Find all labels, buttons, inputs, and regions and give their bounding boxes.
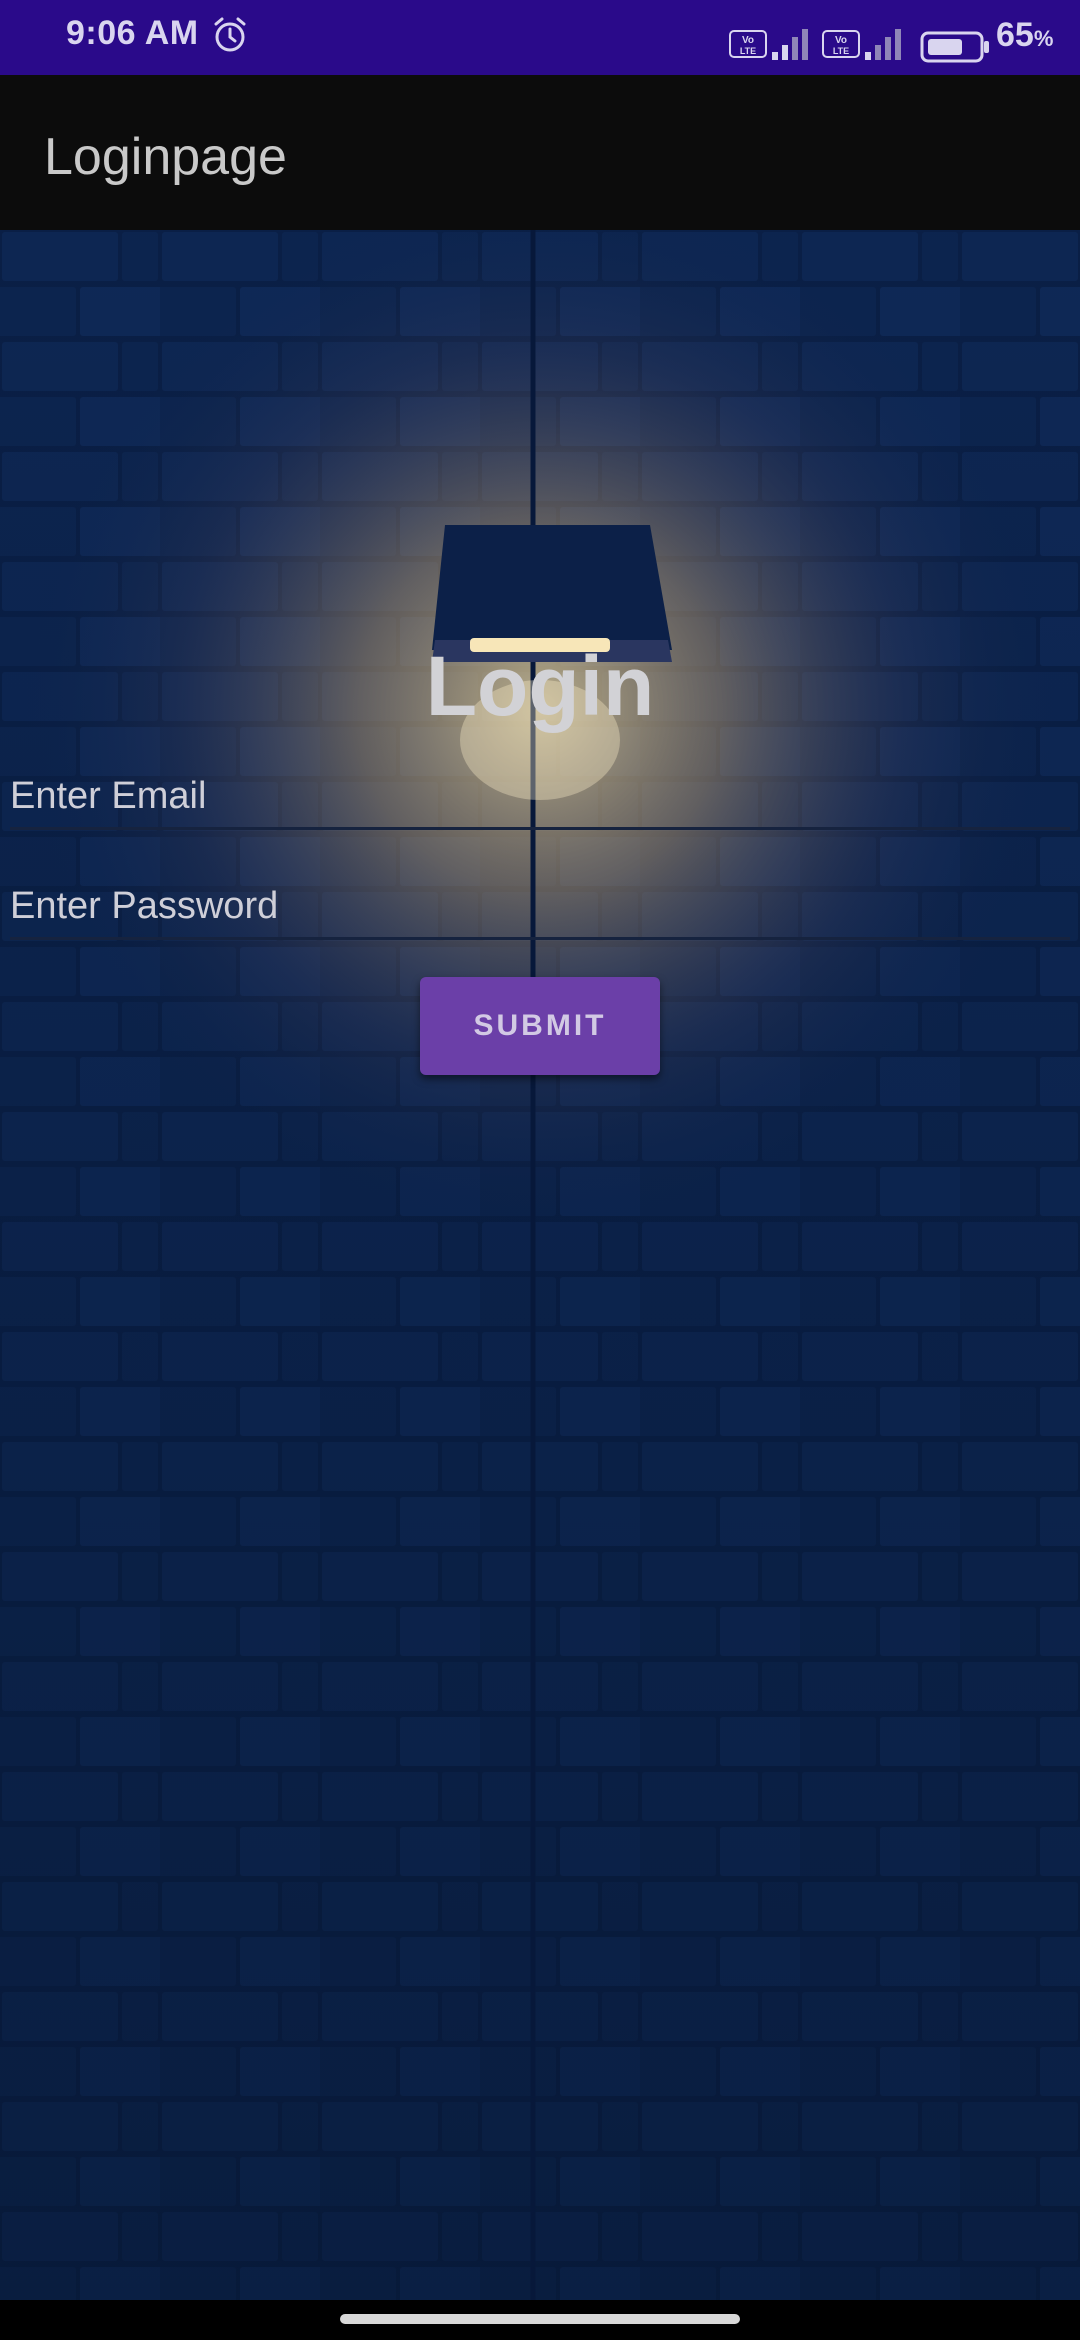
svg-text:LTE: LTE <box>833 46 849 56</box>
status-bar: 9:06 AM Vo LTE Vo LTE 65% <box>0 0 1080 75</box>
signal-icon <box>865 29 901 60</box>
signal-icon <box>772 29 808 60</box>
svg-text:Vo: Vo <box>742 35 754 46</box>
email-field[interactable] <box>10 765 1070 830</box>
volte-icon: Vo LTE <box>729 30 767 58</box>
alarm-icon <box>214 17 246 52</box>
battery-percent: 65% <box>996 16 1054 54</box>
login-heading: Login <box>425 639 655 733</box>
submit-button[interactable]: SUBMIT <box>420 977 660 1075</box>
app-bar: Loginpage <box>0 75 1080 230</box>
login-screen: Login SUBMIT <box>0 230 1080 2300</box>
status-time: 9:06 AM <box>66 14 199 52</box>
app-title: Loginpage <box>44 128 287 186</box>
home-gesture-handle[interactable] <box>340 2314 740 2324</box>
navigation-bar <box>0 2300 1080 2340</box>
volte-icon: Vo LTE <box>822 30 860 58</box>
email-input[interactable] <box>10 765 1070 827</box>
svg-text:Vo: Vo <box>835 35 847 46</box>
svg-text:LTE: LTE <box>740 46 756 56</box>
password-input[interactable] <box>10 875 1070 937</box>
battery-icon <box>920 31 989 63</box>
password-field[interactable] <box>10 875 1070 940</box>
brick-wall-background <box>0 230 1080 2300</box>
